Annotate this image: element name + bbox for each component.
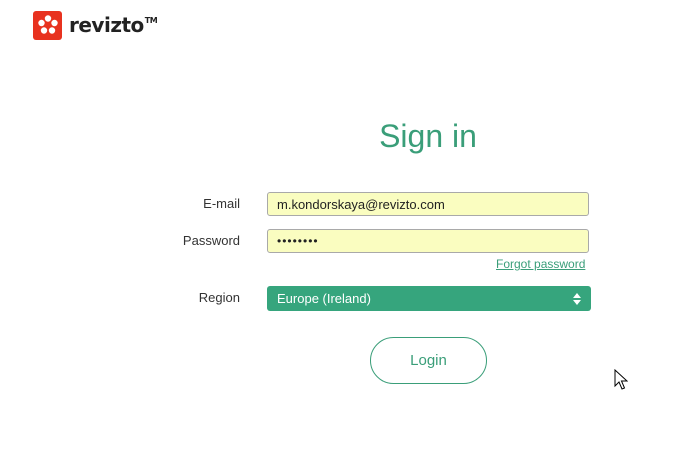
password-label: Password: [182, 233, 240, 248]
email-input[interactable]: m.kondorskaya@revizto.com: [267, 192, 589, 216]
select-arrows-icon: [573, 292, 581, 305]
revizto-logo: reviztoTM: [33, 10, 158, 40]
brand-name: reviztoTM: [69, 13, 158, 37]
mouse-pointer-icon: [614, 368, 629, 396]
login-button[interactable]: Login: [370, 337, 487, 384]
trademark-mark: TM: [144, 16, 158, 25]
forgot-password-link[interactable]: Forgot password: [496, 257, 585, 271]
email-label: E-mail: [203, 196, 240, 211]
revizto-flower-icon: [33, 10, 62, 40]
page-title: Sign in: [379, 118, 477, 154]
region-select[interactable]: Europe (Ireland): [267, 286, 591, 311]
region-selected-value: Europe (Ireland): [277, 291, 371, 306]
password-input[interactable]: ••••••••: [267, 229, 589, 253]
region-label: Region: [198, 290, 240, 305]
